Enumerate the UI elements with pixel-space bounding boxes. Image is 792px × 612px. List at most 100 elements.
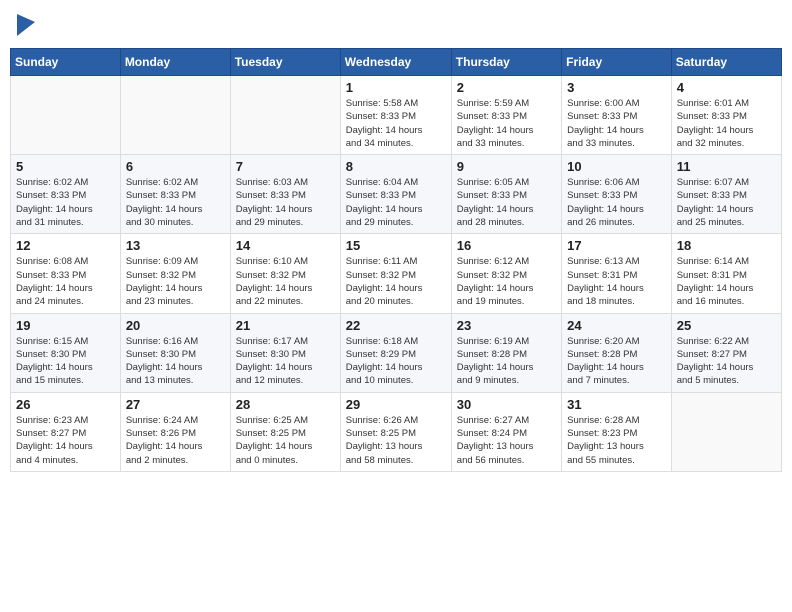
- day-number: 25: [677, 318, 776, 333]
- day-info: Sunrise: 6:19 AM Sunset: 8:28 PM Dayligh…: [457, 335, 556, 388]
- calendar-cell: 19Sunrise: 6:15 AM Sunset: 8:30 PM Dayli…: [11, 313, 121, 392]
- calendar-cell: 29Sunrise: 6:26 AM Sunset: 8:25 PM Dayli…: [340, 392, 451, 471]
- day-number: 7: [236, 159, 335, 174]
- day-header-friday: Friday: [562, 49, 672, 76]
- day-number: 15: [346, 238, 446, 253]
- day-number: 20: [126, 318, 225, 333]
- calendar-cell: 26 Sunrise: 6:23 AM Sunset: 8:27 PM Dayli…: [11, 392, 121, 471]
- day-number: 5: [16, 159, 115, 174]
- calendar-week-row: 12 Sunrise: 6:08 AM Sunset: 8:33 PM Dayli…: [11, 234, 782, 313]
- day-info: Sunrise: 6:04 AM Sunset: 8:33 PM Dayligh…: [346, 176, 446, 229]
- day-info: Sunrise: 5:59 AM Sunset: 8:33 PM Dayligh…: [457, 97, 556, 150]
- calendar-table: SundayMondayTuesdayWednesdayThursdayFrid…: [10, 48, 782, 472]
- calendar-cell: 14Sunrise: 6:10 AM Sunset: 8:32 PM Dayli…: [230, 234, 340, 313]
- calendar-cell: [671, 392, 781, 471]
- day-info: Sunrise: 6:23 AM Sunset: 8:27 PM Dayligh…: [16, 414, 115, 467]
- day-info: Sunrise: 6:20 AM Sunset: 8:28 PM Dayligh…: [567, 335, 666, 388]
- calendar-cell: 30 Sunrise: 6:27 AM Sunset: 8:24 PM Dayli…: [451, 392, 561, 471]
- calendar-cell: 9 Sunrise: 6:05 AM Sunset: 8:33 PM Daylig…: [451, 155, 561, 234]
- calendar-cell: 16Sunrise: 6:12 AM Sunset: 8:32 PM Dayli…: [451, 234, 561, 313]
- day-number: 4: [677, 80, 776, 95]
- day-number: 17: [567, 238, 666, 253]
- day-info: Sunrise: 6:03 AM Sunset: 8:33 PM Dayligh…: [236, 176, 335, 229]
- day-header-wednesday: Wednesday: [340, 49, 451, 76]
- calendar-cell: 10 Sunrise: 6:06 AM Sunset: 8:33 PM Dayli…: [562, 155, 672, 234]
- day-info: Sunrise: 6:15 AM Sunset: 8:30 PM Dayligh…: [16, 335, 115, 388]
- calendar-cell: 20 Sunrise: 6:16 AM Sunset: 8:30 PM Dayli…: [120, 313, 230, 392]
- calendar-header-row: SundayMondayTuesdayWednesdayThursdayFrid…: [11, 49, 782, 76]
- day-number: 18: [677, 238, 776, 253]
- day-number: 9: [457, 159, 556, 174]
- calendar-cell: 17 Sunrise: 6:13 AM Sunset: 8:31 PM Dayli…: [562, 234, 672, 313]
- day-header-tuesday: Tuesday: [230, 49, 340, 76]
- day-info: Sunrise: 6:01 AM Sunset: 8:33 PM Dayligh…: [677, 97, 776, 150]
- day-info: Sunrise: 6:24 AM Sunset: 8:26 PM Dayligh…: [126, 414, 225, 467]
- day-number: 8: [346, 159, 446, 174]
- day-info: Sunrise: 6:02 AM Sunset: 8:33 PM Dayligh…: [16, 176, 115, 229]
- calendar-cell: 3 Sunrise: 6:00 AM Sunset: 8:33 PM Daylig…: [562, 76, 672, 155]
- day-info: Sunrise: 6:22 AM Sunset: 8:27 PM Dayligh…: [677, 335, 776, 388]
- calendar-cell: [120, 76, 230, 155]
- day-number: 3: [567, 80, 666, 95]
- day-number: 14: [236, 238, 335, 253]
- day-info: Sunrise: 5:58 AM Sunset: 8:33 PM Dayligh…: [346, 97, 446, 150]
- day-info: Sunrise: 6:00 AM Sunset: 8:33 PM Dayligh…: [567, 97, 666, 150]
- day-info: Sunrise: 6:07 AM Sunset: 8:33 PM Dayligh…: [677, 176, 776, 229]
- day-number: 31: [567, 397, 666, 412]
- day-header-sunday: Sunday: [11, 49, 121, 76]
- day-number: 6: [126, 159, 225, 174]
- calendar-cell: 28 Sunrise: 6:25 AM Sunset: 8:25 PM Dayli…: [230, 392, 340, 471]
- logo-icon: [17, 14, 35, 36]
- day-info: Sunrise: 6:16 AM Sunset: 8:30 PM Dayligh…: [126, 335, 225, 388]
- calendar-cell: [11, 76, 121, 155]
- calendar-cell: 7 Sunrise: 6:03 AM Sunset: 8:33 PM Daylig…: [230, 155, 340, 234]
- day-info: Sunrise: 6:14 AM Sunset: 8:31 PM Dayligh…: [677, 255, 776, 308]
- day-info: Sunrise: 6:08 AM Sunset: 8:33 PM Dayligh…: [16, 255, 115, 308]
- calendar-cell: 11 Sunrise: 6:07 AM Sunset: 8:33 PM Dayli…: [671, 155, 781, 234]
- day-number: 23: [457, 318, 556, 333]
- day-info: Sunrise: 6:18 AM Sunset: 8:29 PM Dayligh…: [346, 335, 446, 388]
- day-info: Sunrise: 6:13 AM Sunset: 8:31 PM Dayligh…: [567, 255, 666, 308]
- day-number: 11: [677, 159, 776, 174]
- calendar-cell: 1 Sunrise: 5:58 AM Sunset: 8:33 PM Daylig…: [340, 76, 451, 155]
- day-header-monday: Monday: [120, 49, 230, 76]
- day-number: 29: [346, 397, 446, 412]
- day-info: Sunrise: 6:05 AM Sunset: 8:33 PM Dayligh…: [457, 176, 556, 229]
- day-header-saturday: Saturday: [671, 49, 781, 76]
- calendar-cell: 24Sunrise: 6:20 AM Sunset: 8:28 PM Dayli…: [562, 313, 672, 392]
- day-number: 28: [236, 397, 335, 412]
- day-number: 27: [126, 397, 225, 412]
- day-info: Sunrise: 6:25 AM Sunset: 8:25 PM Dayligh…: [236, 414, 335, 467]
- logo: [16, 14, 35, 36]
- day-info: Sunrise: 6:02 AM Sunset: 8:33 PM Dayligh…: [126, 176, 225, 229]
- day-info: Sunrise: 6:27 AM Sunset: 8:24 PM Dayligh…: [457, 414, 556, 467]
- day-number: 22: [346, 318, 446, 333]
- day-number: 21: [236, 318, 335, 333]
- calendar-cell: 21 Sunrise: 6:17 AM Sunset: 8:30 PM Dayli…: [230, 313, 340, 392]
- calendar-week-row: 5 Sunrise: 6:02 AM Sunset: 8:33 PM Daylig…: [11, 155, 782, 234]
- calendar-week-row: 1 Sunrise: 5:58 AM Sunset: 8:33 PM Daylig…: [11, 76, 782, 155]
- day-number: 10: [567, 159, 666, 174]
- day-info: Sunrise: 6:17 AM Sunset: 8:30 PM Dayligh…: [236, 335, 335, 388]
- calendar-cell: 25 Sunrise: 6:22 AM Sunset: 8:27 PM Dayli…: [671, 313, 781, 392]
- day-info: Sunrise: 6:09 AM Sunset: 8:32 PM Dayligh…: [126, 255, 225, 308]
- calendar-cell: 13 Sunrise: 6:09 AM Sunset: 8:32 PM Dayli…: [120, 234, 230, 313]
- day-info: Sunrise: 6:06 AM Sunset: 8:33 PM Dayligh…: [567, 176, 666, 229]
- day-number: 12: [16, 238, 115, 253]
- calendar-cell: [230, 76, 340, 155]
- calendar-cell: 23 Sunrise: 6:19 AM Sunset: 8:28 PM Dayli…: [451, 313, 561, 392]
- calendar-cell: 2Sunrise: 5:59 AM Sunset: 8:33 PM Daylig…: [451, 76, 561, 155]
- calendar-cell: 18 Sunrise: 6:14 AM Sunset: 8:31 PM Dayli…: [671, 234, 781, 313]
- calendar-cell: 4 Sunrise: 6:01 AM Sunset: 8:33 PM Daylig…: [671, 76, 781, 155]
- day-number: 26: [16, 397, 115, 412]
- calendar-cell: 6 Sunrise: 6:02 AM Sunset: 8:33 PM Daylig…: [120, 155, 230, 234]
- calendar-cell: 27 Sunrise: 6:24 AM Sunset: 8:26 PM Dayli…: [120, 392, 230, 471]
- page-header: [10, 10, 782, 40]
- day-number: 13: [126, 238, 225, 253]
- calendar-week-row: 26 Sunrise: 6:23 AM Sunset: 8:27 PM Dayli…: [11, 392, 782, 471]
- calendar-cell: 8 Sunrise: 6:04 AM Sunset: 8:33 PM Daylig…: [340, 155, 451, 234]
- calendar-cell: 5 Sunrise: 6:02 AM Sunset: 8:33 PM Daylig…: [11, 155, 121, 234]
- day-number: 30: [457, 397, 556, 412]
- calendar-cell: 15Sunrise: 6:11 AM Sunset: 8:32 PM Dayli…: [340, 234, 451, 313]
- day-number: 1: [346, 80, 446, 95]
